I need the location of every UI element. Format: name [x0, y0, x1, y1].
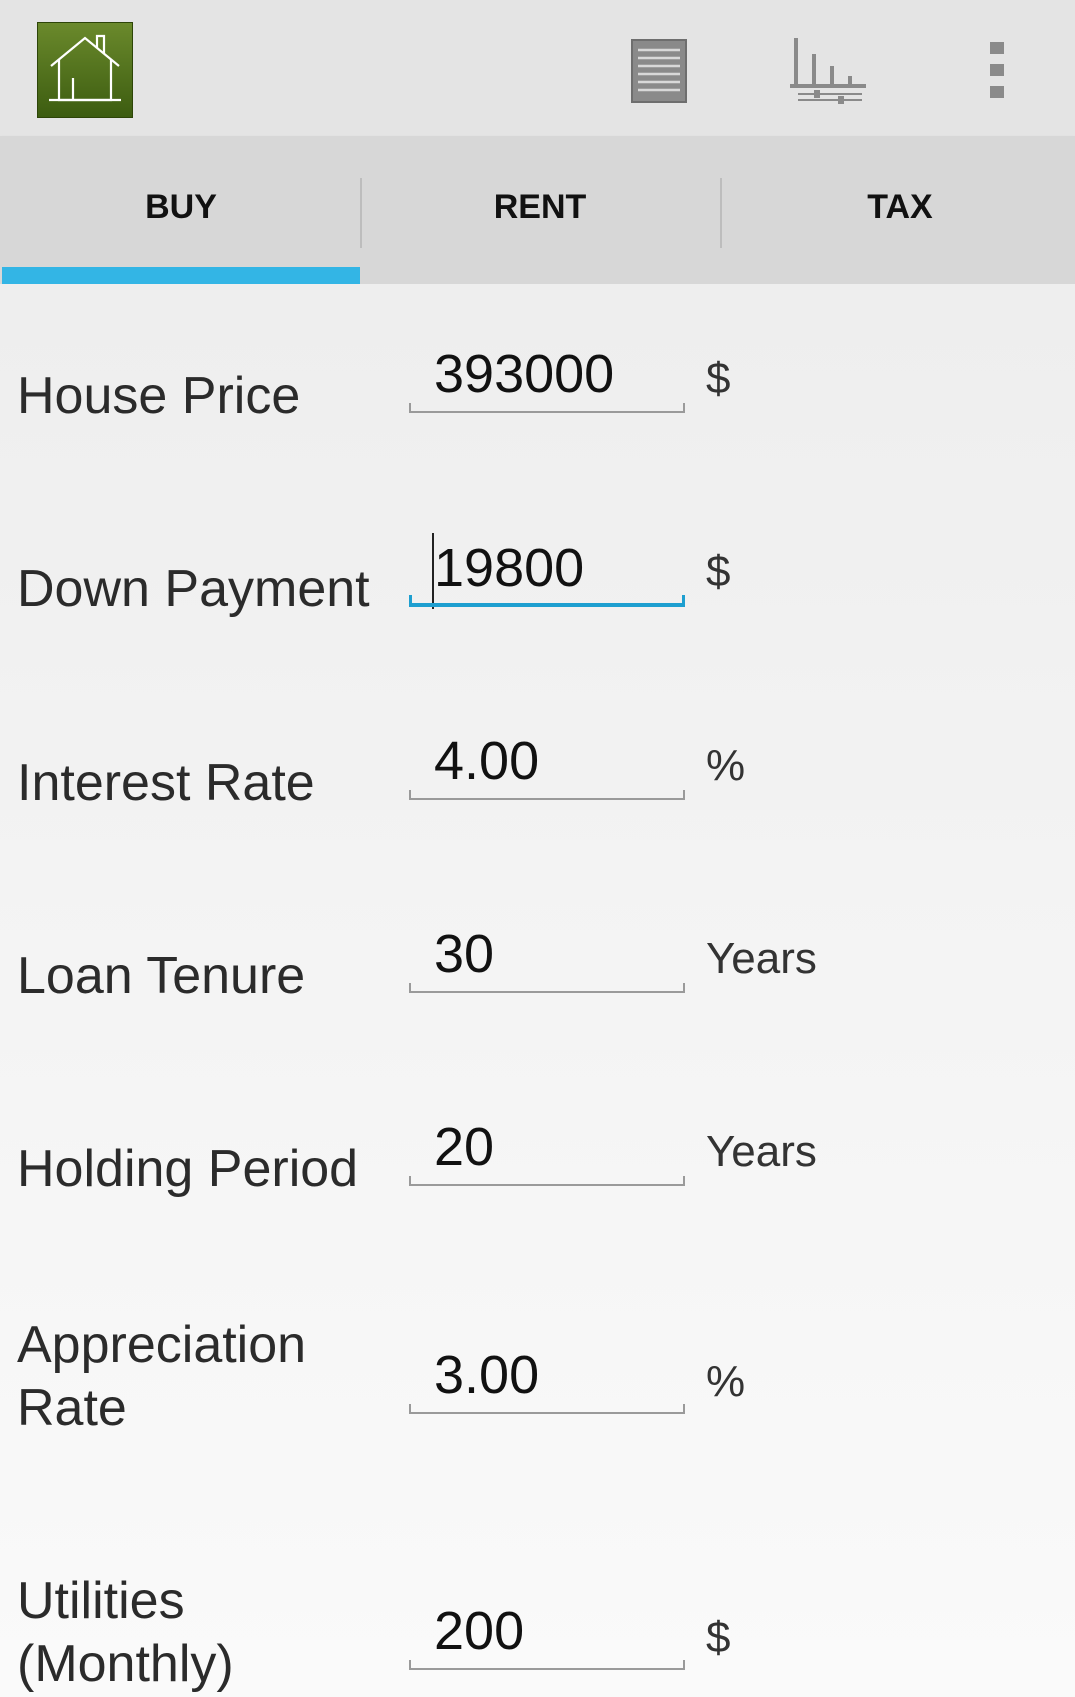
- interest-rate-value: 4.00: [434, 731, 540, 791]
- holding-period-value: 20: [434, 1117, 495, 1177]
- tab-buy[interactable]: BUY: [2, 136, 360, 284]
- interest-rate-label: Interest Rate: [17, 754, 315, 812]
- house-icon[interactable]: [37, 22, 133, 118]
- house-price-input[interactable]: 393000: [409, 343, 685, 413]
- holding-period-input[interactable]: 20: [409, 1116, 685, 1186]
- holding-period-label: Holding Period: [17, 1140, 359, 1198]
- appreciation-rate-value: 3.00: [434, 1345, 540, 1405]
- house-price-unit: $: [706, 354, 731, 403]
- loan-tenure-label: Loan Tenure: [17, 947, 306, 1005]
- down-payment-input[interactable]: 19800: [409, 533, 685, 609]
- tab-tax[interactable]: TAX: [721, 136, 1075, 284]
- appreciation-rate-unit: %: [706, 1357, 746, 1406]
- selected-tab-indicator: [2, 267, 360, 284]
- down-payment-label: Down Payment: [17, 560, 370, 618]
- tab-bar: BUY RENT TAX: [0, 136, 1075, 284]
- down-payment-value: 19800: [434, 538, 585, 598]
- tab-tax-label: TAX: [867, 187, 933, 226]
- list-icon[interactable]: [626, 30, 692, 110]
- buy-form: House Price 393000 $ Down Payment 19800 …: [0, 284, 1075, 1697]
- chart-icon[interactable]: [788, 30, 868, 110]
- utilities-label-line2: (Monthly): [17, 1635, 234, 1693]
- down-payment-unit: $: [706, 547, 731, 596]
- house-price-value: 393000: [434, 344, 615, 404]
- overflow-menu-icon[interactable]: [975, 30, 1019, 110]
- utilities-input[interactable]: 200: [409, 1600, 685, 1670]
- appreciation-rate-label-line1: Appreciation: [17, 1316, 307, 1374]
- interest-rate-unit: %: [706, 741, 746, 790]
- loan-tenure-input[interactable]: 30: [409, 923, 685, 993]
- tab-rent-label: RENT: [493, 187, 587, 226]
- utilities-label-line1: Utilities: [17, 1572, 185, 1630]
- loan-tenure-unit: Years: [706, 934, 817, 983]
- action-bar: [0, 0, 1075, 136]
- tab-buy-label: BUY: [145, 187, 217, 226]
- interest-rate-input[interactable]: 4.00: [409, 730, 685, 800]
- appreciation-rate-input[interactable]: 3.00: [409, 1344, 685, 1414]
- house-price-label: House Price: [17, 367, 301, 425]
- appreciation-rate-label-line2: Rate: [17, 1379, 127, 1437]
- utilities-value: 200: [434, 1601, 525, 1661]
- utilities-unit: $: [706, 1613, 731, 1662]
- holding-period-unit: Years: [706, 1127, 817, 1176]
- loan-tenure-value: 30: [434, 924, 495, 984]
- tab-rent[interactable]: RENT: [361, 136, 719, 284]
